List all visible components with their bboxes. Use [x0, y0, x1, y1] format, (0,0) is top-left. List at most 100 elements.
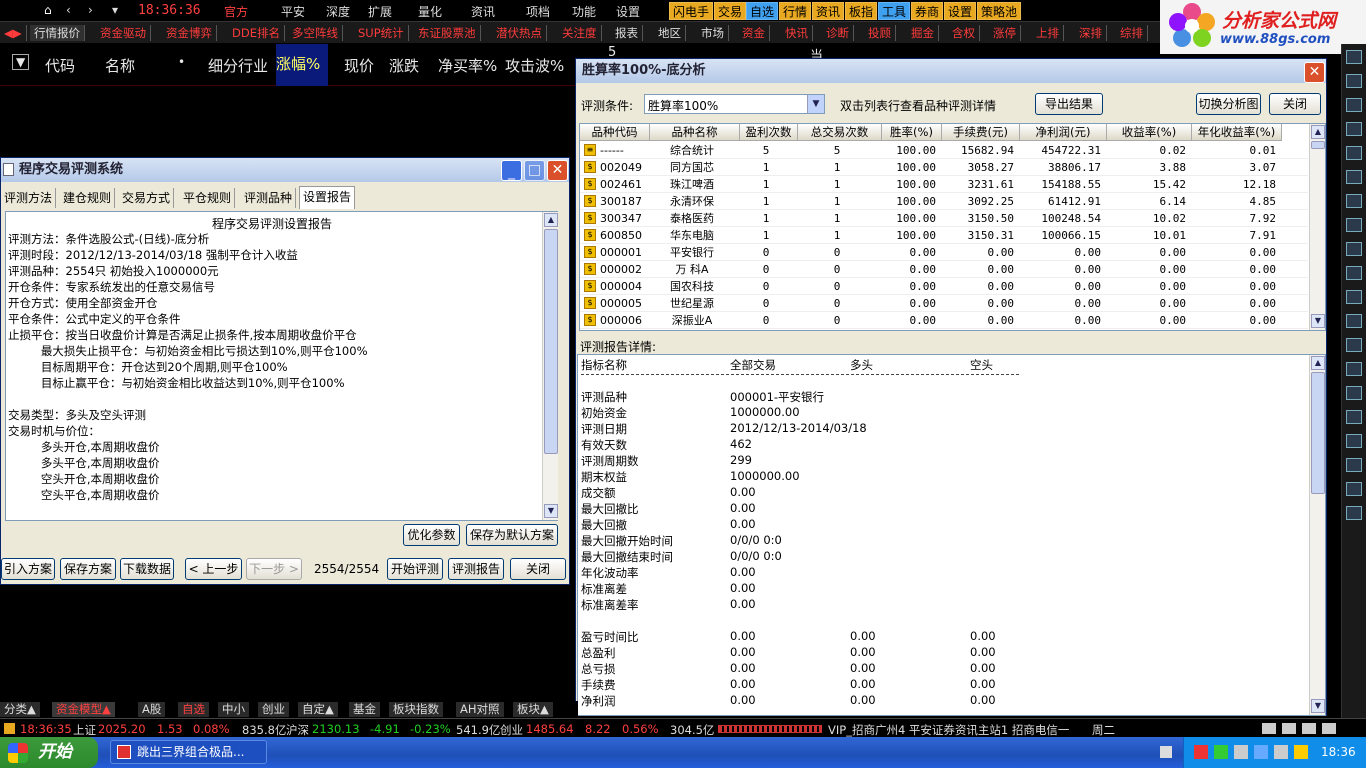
detail-report[interactable]: 指标名称 全部交易 多头 空头 评测品种 000001-平安银行 初始资金 1000000.… [577, 354, 1326, 716]
sidebar-tool-icon[interactable] [1346, 266, 1362, 280]
menu-extend[interactable]: 扩展 [368, 3, 392, 20]
btab-custom[interactable]: 自定▲ [298, 702, 339, 717]
table-row[interactable]: $000002 万 科A 0 0 0.00 0.00 0.00 0.00 0.00 [580, 261, 1308, 278]
table-row[interactable]: $000001 平安银行 0 0 0.00 0.00 0.00 0.00 0.00 [580, 244, 1308, 261]
tab-dz-pool[interactable]: 东证股票池 [414, 25, 481, 41]
close-button[interactable]: 关闭 [1269, 93, 1321, 115]
column-header[interactable]: 年化收益率(%) [1192, 124, 1282, 141]
scroll-thumb[interactable] [544, 229, 558, 454]
tab-hotspot[interactable]: 潜伏热点 [492, 25, 547, 41]
menu-news[interactable]: 资讯 [471, 3, 495, 20]
test-report-button[interactable]: 评测报告 [448, 558, 504, 580]
btab-sector[interactable]: 板块▲ [513, 702, 554, 717]
table-row[interactable]: $000006 深振业A 0 0 0.00 0.00 0.00 0.00 0.00 [580, 312, 1308, 329]
scroll-thumb[interactable] [1311, 372, 1325, 494]
btab-sme[interactable]: 中小 [218, 702, 250, 717]
tab-method[interactable]: 评测方法 [1, 188, 57, 208]
mail-icon[interactable] [1282, 723, 1296, 734]
sidebar-tool-icon[interactable] [1346, 410, 1362, 424]
col-price[interactable]: 现价 [344, 55, 374, 76]
close-button[interactable]: 关闭 [510, 558, 566, 580]
tab-sh-rank[interactable]: 上排 [1032, 25, 1064, 41]
sidebar-tool-icon[interactable] [1346, 434, 1362, 448]
btab-fund[interactable]: 基金 [349, 702, 381, 717]
toolbar-settings[interactable]: 设置 [944, 2, 977, 20]
scroll-thumb[interactable] [1311, 141, 1325, 149]
tab-mining[interactable]: 掘金 [907, 25, 939, 41]
toolbar-info[interactable]: 资讯 [812, 2, 845, 20]
menu-top[interactable]: 项档 [526, 3, 550, 20]
sidebar-tool-icon[interactable] [1346, 482, 1362, 496]
save-default-button[interactable]: 保存为默认方案 [466, 524, 558, 546]
prev-step-button[interactable]: < 上一步 [185, 558, 242, 580]
btab-watchlist[interactable]: 自选 [178, 702, 210, 717]
taskbar-app-button[interactable]: 跳出三界组合极品... [110, 740, 267, 764]
col-code[interactable]: 代码 [45, 55, 75, 76]
column-header[interactable]: 品种名称 [650, 124, 740, 141]
toolbar-flash[interactable]: 闪电手 [669, 2, 714, 20]
column-header[interactable]: 收益率(%) [1107, 124, 1192, 141]
tab-sup[interactable]: SUP统计 [354, 25, 409, 41]
chevron-down-icon[interactable]: ▼ [807, 95, 824, 113]
tray-icon[interactable] [1214, 745, 1228, 759]
tray-icon[interactable] [1234, 745, 1248, 759]
sidebar-tool-icon[interactable] [1346, 362, 1362, 376]
sidebar-tool-icon[interactable] [1346, 314, 1362, 328]
toolbar-broker[interactable]: 券商 [911, 2, 944, 20]
trading-test-titlebar[interactable]: 程序交易评测系统 [1, 158, 569, 182]
close-icon[interactable]: ✕ [547, 160, 568, 181]
tab-attention[interactable]: 关注度 [558, 25, 602, 41]
sidebar-tool-icon[interactable] [1346, 218, 1362, 232]
btab-capital-model[interactable]: 资金模型▲ [52, 702, 116, 717]
tab-capital[interactable]: 资金 [738, 25, 770, 41]
col-name[interactable]: 名称 [105, 55, 135, 76]
sidebar-tool-icon[interactable] [1346, 386, 1362, 400]
tab-quote[interactable]: 行情报价 [30, 25, 85, 41]
btab-chinext[interactable]: 创业 [258, 702, 290, 717]
sidebar-tool-icon[interactable] [1346, 98, 1362, 112]
scroll-up-icon[interactable]: ▲ [1311, 356, 1325, 370]
column-header[interactable]: 净利润(元) [1020, 124, 1107, 141]
switch-chart-button[interactable]: 切换分析图 [1196, 93, 1261, 115]
tab-trade-mode[interactable]: 交易方式 [119, 188, 175, 208]
tab-flash[interactable]: 快讯 [781, 25, 813, 41]
download-button[interactable]: 下载数据 [120, 558, 174, 580]
start-test-button[interactable]: 开始评测 [387, 558, 443, 580]
sidebar-tool-icon[interactable] [1346, 458, 1362, 472]
col-attack[interactable]: 攻击波% [505, 55, 564, 76]
start-button[interactable]: 开始 [0, 737, 98, 768]
keyboard-icon[interactable] [1160, 746, 1172, 758]
col-change[interactable]: 涨跌 [389, 55, 419, 76]
import-button[interactable]: 引入方案 [1, 558, 55, 580]
scroll-down-icon[interactable]: ▼ [1311, 699, 1325, 713]
tab-setting-report[interactable]: 设置报告 [299, 186, 356, 209]
settings-icon[interactable] [1322, 723, 1336, 734]
scroll-up-icon[interactable]: ▲ [1311, 125, 1325, 139]
chat-icon[interactable] [1302, 723, 1316, 734]
tab-close-rule[interactable]: 平仓规则 [180, 188, 236, 208]
tab-dde[interactable]: DDE排名 [228, 25, 285, 41]
toolbar-tools[interactable]: 工具 [878, 2, 911, 20]
tray-icon[interactable] [1194, 745, 1208, 759]
column-header[interactable]: 胜率(%) [882, 124, 942, 141]
sidebar-tool-icon[interactable] [1346, 242, 1362, 256]
toolbar-index[interactable]: 板指 [845, 2, 878, 20]
menu-icon[interactable]: ▾ [112, 3, 118, 17]
tab-capital-game[interactable]: 资金博弈 [162, 25, 217, 41]
report-textarea[interactable]: 程序交易评测设置报告 评测方法：条件选股公式-(日线)-底分析 评测时段：2012… [5, 211, 558, 521]
tab-instruments[interactable]: 评测品种 [241, 188, 297, 208]
tab-sz-rank[interactable]: 深排 [1075, 25, 1107, 41]
tab-market[interactable]: 市场 [697, 25, 729, 41]
menu-depth[interactable]: 深度 [326, 3, 350, 20]
tab-advisor[interactable]: 投顾 [864, 25, 896, 41]
forward-icon[interactable]: › [88, 3, 93, 17]
table-row[interactable]: $000005 世纪星源 0 0 0.00 0.00 0.00 0.00 0.00 [580, 295, 1308, 312]
back-icon[interactable]: ‹ [66, 3, 71, 17]
column-header[interactable]: 手续费(元) [942, 124, 1020, 141]
tab-open-rule[interactable]: 建仓规则 [60, 188, 116, 208]
condition-select[interactable]: 胜算率100% ▼ [644, 94, 825, 114]
col-change-pct[interactable]: 涨幅% [276, 44, 328, 86]
home-icon[interactable]: ⌂ [44, 3, 52, 17]
toolbar-trade[interactable]: 交易 [714, 2, 747, 20]
menu-quant[interactable]: 量化 [418, 3, 442, 20]
